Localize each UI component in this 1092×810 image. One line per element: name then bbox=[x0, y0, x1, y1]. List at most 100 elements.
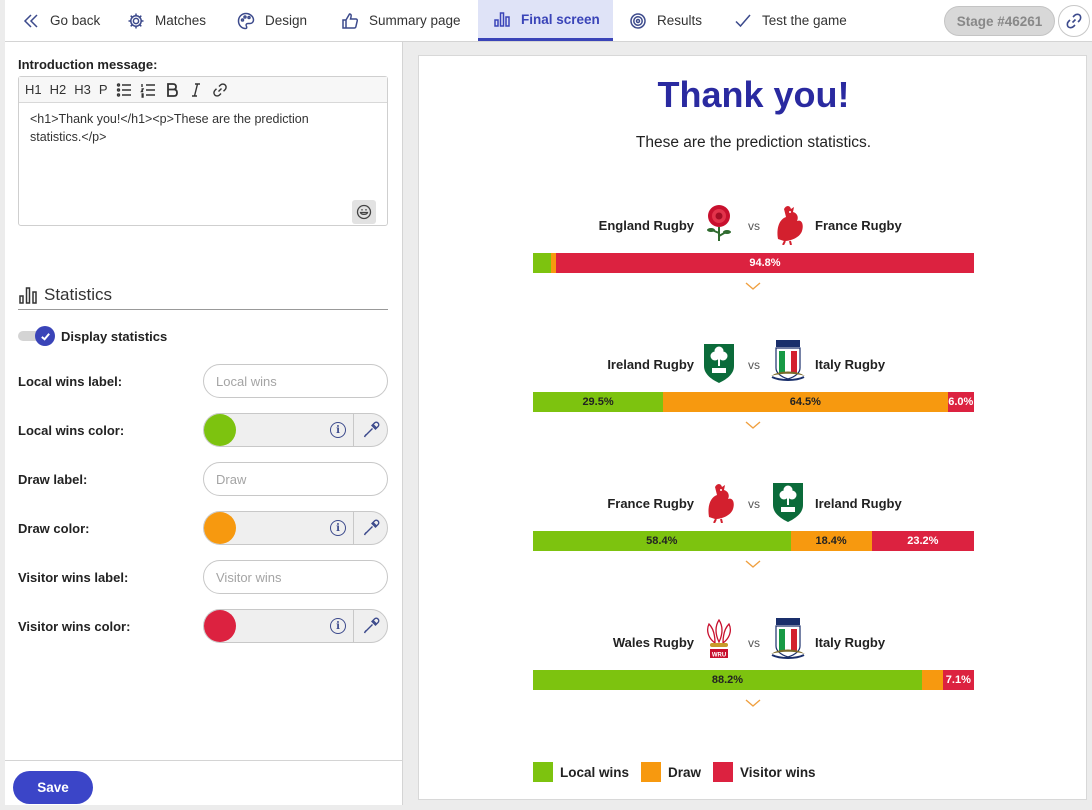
chevron-down-icon[interactable] bbox=[745, 420, 761, 430]
visitor-team-logo bbox=[770, 479, 806, 523]
tab-label: Final screen bbox=[521, 11, 600, 27]
legend-swatch bbox=[641, 762, 662, 782]
bullet-list-button[interactable] bbox=[116, 82, 132, 98]
editor-text-area[interactable]: <h1>Thank you!</h1><p>These are the pred… bbox=[19, 103, 359, 153]
color-picker-button[interactable] bbox=[353, 512, 387, 544]
eyedropper-icon bbox=[363, 519, 379, 536]
chevron-down-icon[interactable] bbox=[745, 559, 761, 569]
local-wins-color-swatch[interactable] bbox=[204, 414, 236, 446]
tab-label: Go back bbox=[50, 13, 101, 28]
visitor-wins-label-input[interactable] bbox=[203, 560, 388, 594]
heading2-button[interactable]: H2 bbox=[50, 82, 67, 97]
visitor-wins-color-field[interactable]: i bbox=[203, 609, 388, 643]
rooster-logo-icon bbox=[777, 206, 803, 246]
visitor-wins-segment: 6.0% bbox=[947, 392, 974, 412]
link-icon bbox=[212, 82, 227, 97]
local-team-logo bbox=[701, 340, 737, 384]
rich-text-editor: H1 H2 H3 P <h1>Thank you!</h1><p>These a… bbox=[18, 76, 388, 226]
tab-matches[interactable]: Matches bbox=[127, 0, 206, 41]
legend-swatch bbox=[713, 762, 734, 782]
color-picker-button[interactable] bbox=[353, 610, 387, 642]
prediction-bar: 88.2% 7.1% bbox=[533, 670, 974, 690]
prediction-bar: 58.4% 18.4% 23.2% bbox=[533, 531, 974, 551]
tab-results[interactable]: Results bbox=[629, 0, 702, 41]
tab-label: Summary page bbox=[369, 13, 461, 28]
bold-button[interactable] bbox=[164, 82, 180, 98]
draw-wins-segment bbox=[921, 670, 943, 690]
statistics-heading-text: Statistics bbox=[44, 285, 113, 304]
palette-icon bbox=[237, 12, 255, 29]
svg-text:WRU: WRU bbox=[712, 653, 726, 659]
numbered-list-icon bbox=[139, 83, 155, 98]
preview-subtitle: These are the prediction statistics. bbox=[635, 134, 872, 151]
draw-color-field[interactable]: i bbox=[203, 511, 388, 545]
prediction-bar: 29.5% 64.5% 6.0% bbox=[533, 392, 974, 412]
prediction-bar: 94.8% bbox=[533, 253, 974, 273]
visitor-wins-color-title: Visitor wins color: bbox=[18, 619, 131, 634]
draw-label-input[interactable] bbox=[203, 462, 388, 496]
local-team-name: Ireland Rugby bbox=[607, 357, 694, 372]
bold-icon bbox=[166, 82, 178, 97]
visitor-team-name: Italy Rugby bbox=[815, 635, 886, 650]
local-wins-segment: 58.4% bbox=[533, 531, 791, 551]
match-row: Ireland Rugby vs Italy Rugby 29.5% 64.5% 6.0% bbox=[419, 340, 1088, 460]
versus-label: vs bbox=[748, 219, 760, 233]
visitor-wins-segment: 23.2% bbox=[871, 531, 974, 551]
chevron-down-icon[interactable] bbox=[745, 698, 761, 708]
toggle-knob bbox=[35, 326, 55, 346]
local-team-name: France Rugby bbox=[607, 496, 694, 511]
shamrock-logo-icon bbox=[773, 483, 803, 522]
statistics-legend: Local wins Draw Visitor wins bbox=[533, 762, 828, 782]
numbered-list-button[interactable] bbox=[139, 82, 156, 98]
info-icon[interactable]: i bbox=[330, 422, 346, 438]
local-wins-label-title: Local wins label: bbox=[18, 374, 123, 389]
eyedropper-icon bbox=[363, 617, 379, 634]
stage-badge: Stage #46261 bbox=[944, 6, 1055, 36]
rose-logo-icon bbox=[707, 205, 731, 241]
local-wins-color-field[interactable]: i bbox=[203, 413, 388, 447]
visitor-team-name: France Rugby bbox=[815, 218, 902, 233]
statistics-heading: Statistics bbox=[18, 281, 388, 310]
tab-design[interactable]: Design bbox=[237, 0, 307, 41]
info-icon[interactable]: i bbox=[330, 520, 346, 536]
legend-item: Visitor wins bbox=[713, 762, 816, 782]
bullet-list-icon bbox=[116, 82, 131, 97]
heading3-button[interactable]: H3 bbox=[74, 82, 91, 97]
versus-label: vs bbox=[748, 358, 760, 372]
panel-footer: Save bbox=[5, 760, 403, 805]
versus-label: vs bbox=[748, 497, 760, 511]
match-row: France Rugby vs Ireland Rugby 58.4% 18.4% 23.… bbox=[419, 479, 1088, 599]
tab-go-back[interactable]: Go back bbox=[22, 0, 100, 41]
link-icon bbox=[1066, 13, 1082, 29]
visitor-team-logo bbox=[770, 201, 806, 246]
display-statistics-toggle[interactable] bbox=[18, 326, 56, 346]
info-icon[interactable]: i bbox=[330, 618, 346, 634]
draw-color-swatch[interactable] bbox=[204, 512, 236, 544]
tab-test-the-game[interactable]: Test the game bbox=[734, 0, 847, 41]
italic-button[interactable] bbox=[188, 82, 204, 98]
visitor-wins-color-swatch[interactable] bbox=[204, 610, 236, 642]
checkmark-icon bbox=[735, 14, 751, 27]
link-button[interactable] bbox=[212, 82, 228, 98]
eyedropper-icon bbox=[363, 421, 379, 438]
local-team-logo bbox=[701, 479, 737, 524]
local-team-name: Wales Rugby bbox=[612, 635, 694, 650]
gear-icon bbox=[128, 13, 144, 28]
chevron-down-icon[interactable] bbox=[745, 281, 761, 291]
local-wins-color-title: Local wins color: bbox=[18, 423, 125, 438]
tab-final-screen[interactable]: Final screen bbox=[478, 0, 613, 41]
tab-summary-page[interactable]: Summary page bbox=[341, 0, 461, 41]
settings-panel: Introduction message: H1 H2 H3 P <h1>Tha… bbox=[5, 42, 403, 760]
share-link-button[interactable] bbox=[1058, 5, 1090, 37]
preview-title: Thank you! bbox=[657, 74, 850, 115]
paragraph-button[interactable]: P bbox=[99, 82, 108, 97]
color-picker-button[interactable] bbox=[353, 414, 387, 446]
emoji-button[interactable] bbox=[352, 200, 376, 224]
legend-swatch bbox=[533, 762, 553, 782]
local-wins-label-input[interactable] bbox=[203, 364, 388, 398]
save-button[interactable]: Save bbox=[13, 771, 93, 804]
intro-message-label: Introduction message: bbox=[18, 57, 158, 72]
heading1-button[interactable]: H1 bbox=[25, 82, 42, 97]
versus-label: vs bbox=[748, 636, 760, 650]
tab-label: Matches bbox=[155, 13, 207, 28]
